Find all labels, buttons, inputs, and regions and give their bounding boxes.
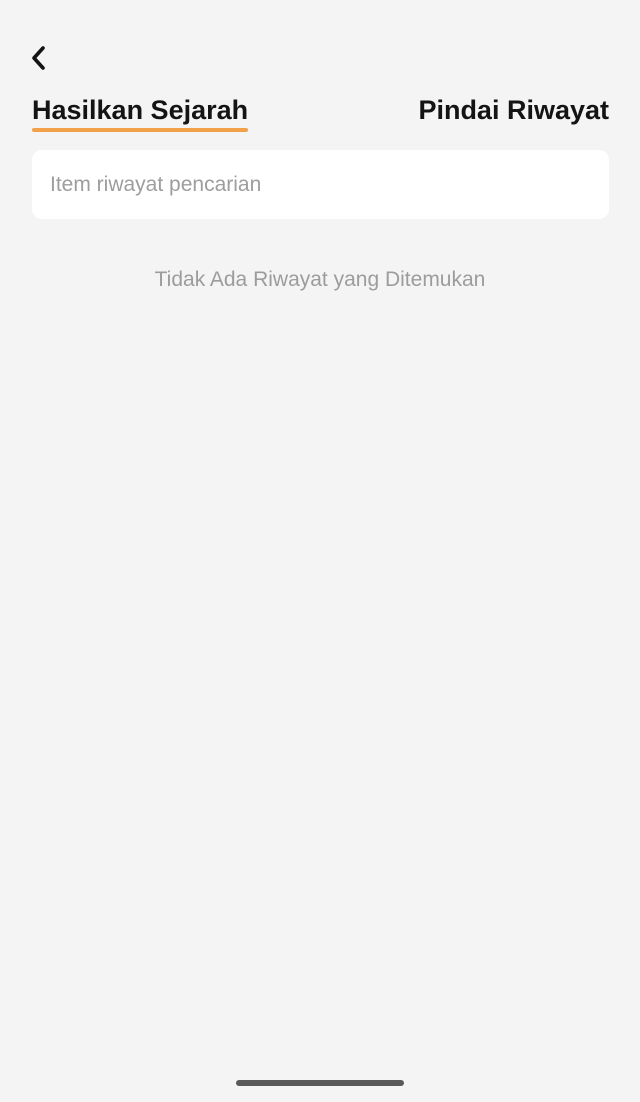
chevron-left-icon: [30, 45, 46, 76]
tab-scan-history[interactable]: Pindai Riwayat: [418, 92, 609, 128]
home-indicator[interactable]: [236, 1080, 404, 1086]
back-button[interactable]: [22, 42, 54, 78]
search-box: [32, 150, 609, 219]
tab-generate-history-label: Hasilkan Sejarah: [32, 95, 249, 125]
tab-scan-history-label: Pindai Riwayat: [418, 95, 609, 125]
tab-generate-history[interactable]: Hasilkan Sejarah: [32, 92, 249, 132]
search-input[interactable]: [32, 150, 609, 219]
empty-state-message: Tidak Ada Riwayat yang Ditemukan: [154, 268, 486, 291]
tab-bar: Hasilkan Sejarah Pindai Riwayat: [32, 92, 609, 136]
active-tab-indicator: [32, 128, 249, 132]
